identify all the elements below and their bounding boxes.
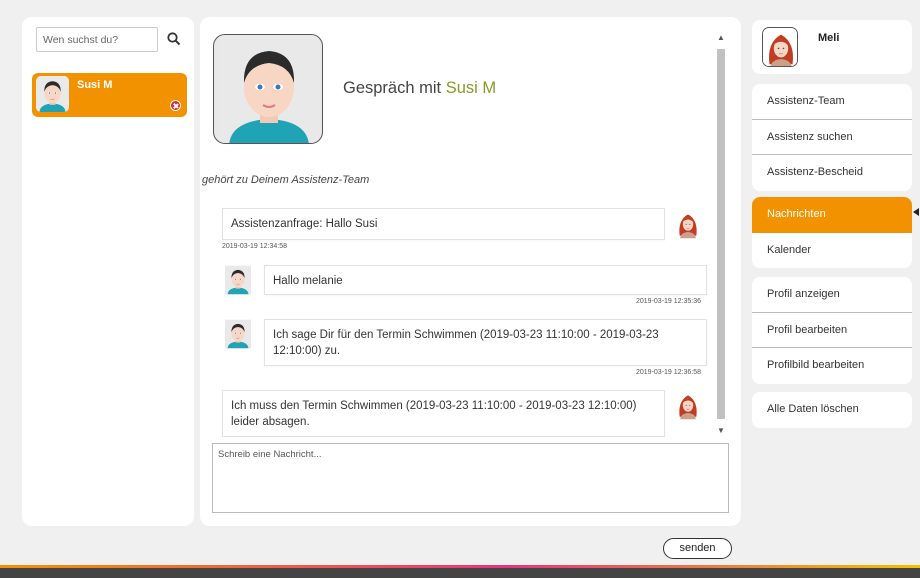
message-time: 2019-03-19 12:35:36 (636, 298, 701, 305)
menu-group-assistance: Assistenz-Team Assistenz suchen Assisten… (752, 84, 912, 191)
menu-item-profilbild-bearbeiten[interactable]: Profilbild bearbeiten (752, 348, 912, 384)
message-text: Hallo melanie (273, 275, 343, 287)
own-avatar (674, 390, 702, 420)
chevron-down-icon[interactable]: ▼ (716, 426, 726, 436)
avatar (762, 27, 798, 67)
own-avatar (674, 209, 702, 239)
menu-item-nachrichten[interactable]: Nachrichten (752, 197, 912, 233)
menu-item-profil-anzeigen[interactable]: Profil anzeigen (752, 277, 912, 313)
message-input[interactable] (213, 444, 728, 512)
menu-group-data: Alle Daten löschen (752, 392, 912, 428)
contact-name: Susi M (77, 79, 113, 91)
menu-item-assistenz-suchen[interactable]: Assistenz suchen (752, 120, 912, 155)
partner-avatar (224, 319, 252, 349)
message-text: Assistenzanfrage: Hallo Susi (231, 218, 378, 230)
message-bubble: Assistenzanfrage: Hallo Susi (222, 208, 665, 240)
profile-name: Meli (818, 32, 840, 44)
chat-partner-avatar (213, 34, 323, 144)
search-icon[interactable] (166, 31, 182, 47)
search-box (36, 27, 158, 52)
menu-group-communication: Nachrichten Kalender (752, 197, 912, 268)
menu-group-profile: Profil anzeigen Profil bearbeiten Profil… (752, 277, 912, 384)
message-time: 2019-03-19 12:36:58 (636, 369, 701, 376)
menu-item-profil-bearbeiten[interactable]: Profil bearbeiten (752, 313, 912, 348)
chevron-up-icon[interactable]: ▲ (716, 33, 726, 43)
message-time: 2019-03-19 12:34:58 (222, 243, 287, 250)
message-text: Ich sage Dir für den Termin Schwimmen (2… (273, 329, 659, 357)
contacts-panel: Susi M (22, 17, 194, 526)
partner-avatar (224, 265, 252, 295)
chat-title-prefix: Gespräch mit (343, 79, 446, 97)
chat-history[interactable]: Gespräch mit Susi M gehört zu Deinem Ass… (200, 17, 741, 437)
chat-scrollbar[interactable]: ▲ ▼ (714, 31, 728, 436)
remove-icon[interactable] (170, 100, 181, 111)
menu-item-assistenz-bescheid[interactable]: Assistenz-Bescheid (752, 155, 912, 191)
active-indicator-icon (913, 208, 919, 216)
chat-panel: Gespräch mit Susi M gehört zu Deinem Ass… (200, 17, 741, 526)
menu-item-alle-daten-loeschen[interactable]: Alle Daten löschen (752, 392, 912, 428)
menu-item-assistenz-team[interactable]: Assistenz-Team (752, 84, 912, 120)
contact-item-susi[interactable]: Susi M (32, 73, 187, 117)
compose-box (212, 443, 729, 513)
message-bubble: Hallo melanie (264, 265, 707, 295)
scroll-thumb[interactable] (717, 49, 725, 419)
chat-partner-name: Susi M (445, 79, 497, 97)
chat-title: Gespräch mit Susi M (343, 79, 496, 98)
footer-bar (0, 568, 920, 578)
send-button[interactable]: senden (663, 538, 732, 559)
message-text: Ich muss den Termin Schwimmen (2019-03-2… (231, 400, 637, 428)
message-bubble: Ich muss den Termin Schwimmen (2019-03-2… (222, 390, 665, 437)
team-note: gehört zu Deinem Assistenz-Team (202, 174, 370, 186)
profile-card[interactable]: Meli (752, 20, 912, 74)
contact-avatar (36, 76, 69, 112)
search-input[interactable] (37, 28, 157, 51)
menu-item-kalender[interactable]: Kalender (752, 233, 912, 269)
message-bubble: Ich sage Dir für den Termin Schwimmen (2… (264, 319, 707, 366)
